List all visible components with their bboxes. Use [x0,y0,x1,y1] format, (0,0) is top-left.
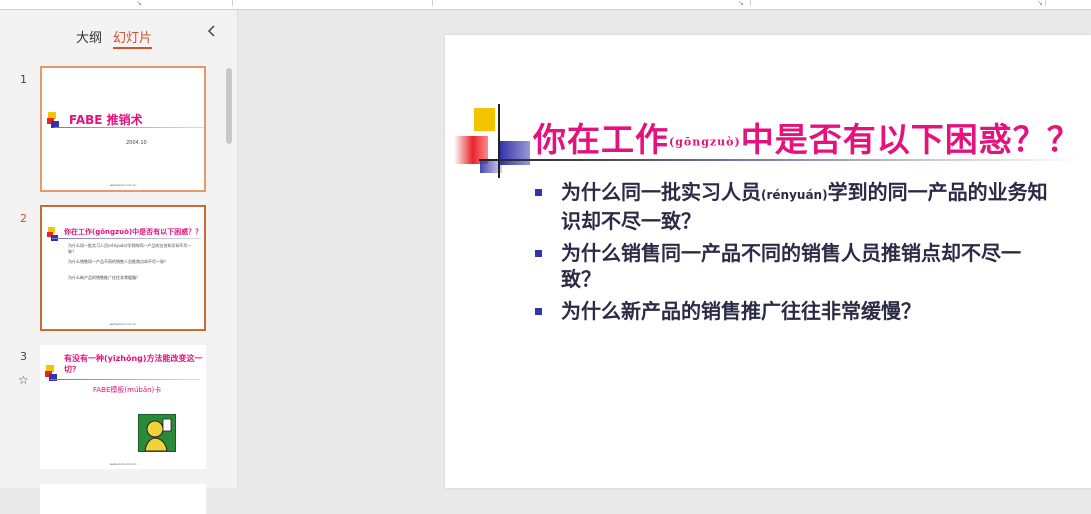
bullet-1-text: 为什么同一批实习人员 [561,180,761,204]
slide-footer: www.zixin.com.cn [109,322,137,326]
title-underline [50,379,200,380]
slide-panel: 大纲 幻灯片 1 FABE 推销术 2004.10 www.zixin.com.… [0,10,238,514]
deco-vertical-line [498,104,500,178]
horizontal-ruler: ↘ ↘ ↘ [0,0,1091,10]
deco-square-blue [500,141,530,165]
clipart-image [138,414,176,452]
slide-2-title: 你在工作(gōngzuò)中是否有以下困惑？？ [64,228,203,236]
ruler-marker: ↘ [136,0,142,7]
slide-2-bullet-3: 为什么新产品的销售推广往往非常缓慢？ [68,275,140,280]
bullet-2-text: 为什么销售同一产品不同的销售人员推销点却不尽一致？ [561,241,1021,291]
slide-1-date: 2004.10 [126,140,147,146]
ruler-tick [232,0,233,6]
slide-thumbnail-2[interactable]: 你在工作(gōngzuò)中是否有以下困惑？？ 为什么同一批实习人员(rényu… [40,205,206,331]
bullet-square-icon [535,308,542,315]
ruler-tick [432,0,433,6]
slide-number: 1 [20,73,27,86]
slide-canvas[interactable]: 你在工作(gōngzuò)中是否有以下困惑？？ 为什么同一批实习人员(rényu… [445,35,1091,488]
tab-outline[interactable]: 大纲 [76,27,102,46]
slide-title: 你在工作(gōngzuò)中是否有以下困惑？？ [533,113,1081,161]
bullet-3-text: 为什么新产品的销售推广往往非常缓慢？ [561,299,921,323]
bullet-list: 为什么同一批实习人员(rényuán)学到的同一产品的业务知识却不尽一致？ 为什… [533,179,1053,330]
title-underline [54,127,204,128]
slide-thumbnail-1[interactable]: FABE 推销术 2004.10 www.zixin.com.cn [40,66,206,192]
slide-3-title: 有没有一种(yīzhǒng)方法能改变这一切？ [64,354,203,374]
chevron-left-icon[interactable] [205,24,219,40]
bullet-item: 为什么新产品的销售推广往往非常缓慢？ [533,298,1053,324]
slide-title-pinyin: (gōngzuò) [669,135,741,149]
ruler-marker: ↘ [1037,0,1043,7]
bullet-1-pinyin: (rényuán) [761,188,828,202]
slide-footer: www.zixin.com.cn [109,183,137,187]
panel-scrollbar[interactable] [226,68,232,144]
slide-2-bullet-2: 为什么销售同一产品不同的销售人员推销点却不尽一致？ [68,259,168,264]
slide-thumbnail-3[interactable]: 有没有一种(yīzhǒng)方法能改变这一切？ FABE模板(múbǎn)卡 w… [40,345,206,469]
tab-slides[interactable]: 幻灯片 [113,27,153,49]
slide-footer: www.zixin.com.cn [109,462,137,466]
ruler-tick [1045,0,1046,6]
slide-title-text-2: 中是否有以下困惑？？ [740,120,1081,159]
slide-1-title: FABE 推销术 [69,113,143,127]
ruler-tick [750,0,751,6]
star-icon[interactable]: ☆ [18,373,29,387]
bullet-item: 为什么销售同一产品不同的销售人员推销点却不尽一致？ [533,240,1053,292]
slide-title-text: 你在工作 [533,120,669,159]
slide-thumbnail-4[interactable] [40,484,206,514]
slide-number: 3 [20,350,27,363]
title-underline [52,238,202,239]
bullet-square-icon [535,250,542,257]
ruler-marker: ↘ [738,0,744,7]
slide-3-subtitle: FABE模板(múbǎn)卡 [93,386,162,394]
slide-number: 2 [20,212,27,225]
bullet-item: 为什么同一批实习人员(rényuán)学到的同一产品的业务知识却不尽一致？ [533,179,1053,234]
panel-tabs: 大纲 幻灯片 [0,27,237,49]
deco-square-yellow [474,108,495,131]
bullet-square-icon [535,189,542,196]
slide-2-bullet-1: 为什么同一批实习人员(rényuán)学到的同一产品的业务知识却不尽一致？ [68,243,192,254]
